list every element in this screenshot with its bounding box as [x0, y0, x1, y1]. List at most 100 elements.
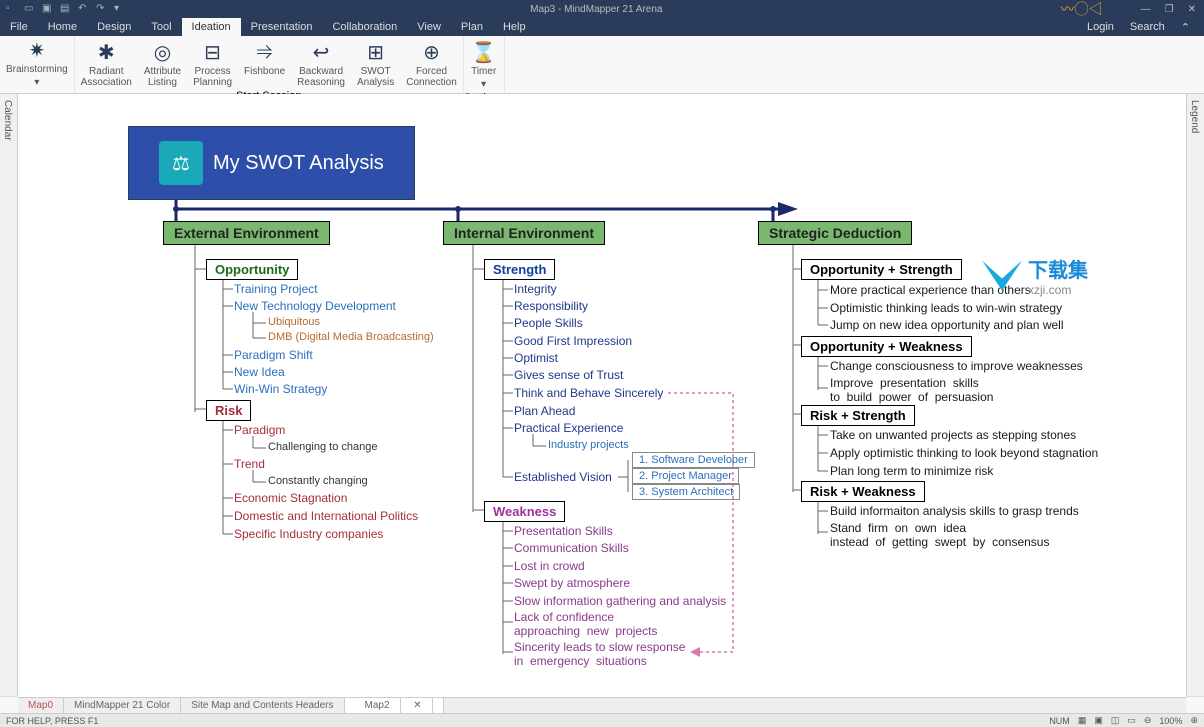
- close-button[interactable]: ✕: [1188, 4, 1196, 15]
- leaf[interactable]: Challenging to change: [268, 441, 377, 453]
- menu-design[interactable]: Design: [87, 18, 141, 36]
- root-node[interactable]: ⚖ My SWOT Analysis: [128, 126, 415, 200]
- leaf[interactable]: Specific Industry companies: [234, 527, 383, 541]
- ribbon-backward[interactable]: ↩Backward Reasoning: [291, 38, 351, 90]
- redo-icon[interactable]: ↷: [96, 3, 108, 15]
- leaf[interactable]: Trend: [234, 457, 265, 471]
- leaf[interactable]: Lack of confidence approaching new proje…: [514, 610, 657, 638]
- ribbon-swot[interactable]: ⊞SWOT Analysis: [351, 38, 400, 90]
- cat-weakness[interactable]: Weakness: [484, 501, 565, 522]
- menu-collaboration[interactable]: Collaboration: [322, 18, 407, 36]
- leaf[interactable]: Paradigm Shift: [234, 348, 313, 362]
- leaf[interactable]: Ubiquitous: [268, 316, 320, 328]
- zoom-in-icon[interactable]: ⊕: [1190, 715, 1198, 726]
- print-icon[interactable]: ▤: [60, 3, 72, 15]
- doc-tab-active[interactable]: Map2 ✕: [345, 698, 444, 713]
- leaf[interactable]: Change consciousness to improve weakness…: [830, 359, 1083, 373]
- leaf[interactable]: Established Vision: [514, 470, 612, 484]
- leaf[interactable]: Plan long term to minimize risk: [830, 464, 993, 478]
- ribbon-collapse-icon[interactable]: ⌃: [1175, 19, 1196, 36]
- branch-external[interactable]: External Environment: [163, 221, 330, 245]
- leaf[interactable]: Good First Impression: [514, 334, 632, 348]
- minimize-button[interactable]: —: [1141, 4, 1151, 15]
- menu-plan[interactable]: Plan: [451, 18, 493, 36]
- status-zoom[interactable]: 100%: [1159, 716, 1182, 726]
- doc-tab[interactable]: MindMapper 21 Color: [64, 698, 181, 713]
- leaf[interactable]: Apply optimistic thinking to look beyond…: [830, 446, 1098, 460]
- leaf[interactable]: Economic Stagnation: [234, 491, 347, 505]
- open-icon[interactable]: ▣: [42, 3, 54, 15]
- cat-strength[interactable]: Strength: [484, 259, 555, 280]
- leaf[interactable]: Sincerity leads to slow response in emer…: [514, 640, 685, 668]
- ribbon-timer[interactable]: ⌛Timer▾: [465, 38, 502, 92]
- menu-help[interactable]: Help: [493, 18, 536, 36]
- leaf[interactable]: Lost in crowd: [514, 559, 585, 573]
- leaf[interactable]: Slow information gathering and analysis: [514, 594, 726, 608]
- leaf[interactable]: New Idea: [234, 365, 285, 379]
- menu-home[interactable]: Home: [38, 18, 87, 36]
- leaf[interactable]: DMB (Digital Media Broadcasting): [268, 331, 434, 343]
- ribbon-fishbone[interactable]: ⥤Fishbone: [238, 38, 291, 90]
- leaf[interactable]: Optimistic thinking leads to win-win str…: [830, 301, 1062, 315]
- doc-tab[interactable]: Map0: [18, 698, 64, 713]
- leaf[interactable]: Presentation Skills: [514, 524, 613, 538]
- login-link[interactable]: Login: [1081, 19, 1120, 36]
- cat-rw[interactable]: Risk + Weakness: [801, 481, 925, 502]
- menu-file[interactable]: File: [0, 18, 38, 36]
- leaf[interactable]: Stand firm on own idea instead of gettin…: [830, 521, 1049, 549]
- search-field[interactable]: Search: [1124, 19, 1171, 36]
- leaf[interactable]: Constantly changing: [268, 475, 368, 487]
- menu-presentation[interactable]: Presentation: [241, 18, 323, 36]
- undo-icon[interactable]: ↶: [78, 3, 90, 15]
- leaf[interactable]: Practical Experience: [514, 421, 623, 435]
- leaf[interactable]: Jump on new idea opportunity and plan we…: [830, 318, 1063, 332]
- right-tab-legend[interactable]: Legend: [1187, 94, 1202, 697]
- ribbon-attribute[interactable]: ◎Attribute Listing: [138, 38, 187, 90]
- menu-ideation[interactable]: Ideation: [182, 18, 241, 36]
- menu-view[interactable]: View: [407, 18, 451, 36]
- ribbon-radiant[interactable]: ✱Radiant Association: [75, 38, 138, 90]
- leaf[interactable]: Improve presentation skills to build pow…: [830, 376, 993, 404]
- view-icon[interactable]: ▦: [1078, 715, 1087, 726]
- cat-risk[interactable]: Risk: [206, 400, 251, 421]
- leaf[interactable]: Win-Win Strategy: [234, 382, 327, 396]
- maximize-button[interactable]: ❐: [1165, 4, 1174, 15]
- cat-opportunity[interactable]: Opportunity: [206, 259, 298, 280]
- leaf[interactable]: Industry projects: [548, 439, 629, 451]
- doc-tab[interactable]: Site Map and Contents Headers: [181, 698, 344, 713]
- qat-more-icon[interactable]: ▾: [114, 3, 126, 15]
- leaf[interactable]: Gives sense of Trust: [514, 368, 623, 382]
- new-icon[interactable]: ▭: [24, 3, 36, 15]
- leaf[interactable]: 2. Project Manager: [632, 468, 739, 484]
- ribbon-forced[interactable]: ⊕Forced Connection: [400, 38, 463, 90]
- leaf[interactable]: Communication Skills: [514, 541, 629, 555]
- leaf[interactable]: Optimist: [514, 351, 558, 365]
- ribbon-process[interactable]: ⊟Process Planning: [187, 38, 238, 90]
- ribbon-brainstorming[interactable]: ✷ Brainstorming ▾: [0, 36, 75, 93]
- branch-internal[interactable]: Internal Environment: [443, 221, 605, 245]
- leaf[interactable]: Swept by atmosphere: [514, 576, 630, 590]
- cat-rs[interactable]: Risk + Strength: [801, 405, 915, 426]
- leaf[interactable]: Integrity: [514, 282, 557, 296]
- cat-os[interactable]: Opportunity + Strength: [801, 259, 962, 280]
- left-tab-calendar[interactable]: Calendar: [0, 94, 15, 697]
- view-icon[interactable]: ◫: [1111, 715, 1120, 726]
- tab-close-icon[interactable]: ✕: [403, 698, 432, 713]
- leaf[interactable]: 3. System Architect: [632, 484, 740, 500]
- leaf[interactable]: 1. Software Developer: [632, 452, 755, 468]
- zoom-out-icon[interactable]: ⊖: [1144, 715, 1152, 726]
- leaf[interactable]: Responsibility: [514, 299, 588, 313]
- leaf[interactable]: Domestic and International Politics: [234, 509, 418, 523]
- leaf[interactable]: Think and Behave Sincerely: [514, 386, 663, 400]
- leaf[interactable]: Paradigm: [234, 423, 285, 437]
- mindmap-canvas[interactable]: ⚖ My SWOT Analysis External Environment …: [18, 94, 1186, 697]
- leaf[interactable]: Take on unwanted projects as stepping st…: [830, 428, 1076, 442]
- leaf[interactable]: People Skills: [514, 316, 583, 330]
- leaf[interactable]: New Technology Development: [234, 299, 396, 313]
- save-icon[interactable]: ▫: [6, 3, 18, 15]
- view-icon[interactable]: ▭: [1127, 715, 1136, 726]
- branch-strategic[interactable]: Strategic Deduction: [758, 221, 912, 245]
- leaf[interactable]: Build informaiton analysis skills to gra…: [830, 504, 1079, 518]
- cat-ow[interactable]: Opportunity + Weakness: [801, 336, 972, 357]
- view-icon[interactable]: ▣: [1094, 715, 1103, 726]
